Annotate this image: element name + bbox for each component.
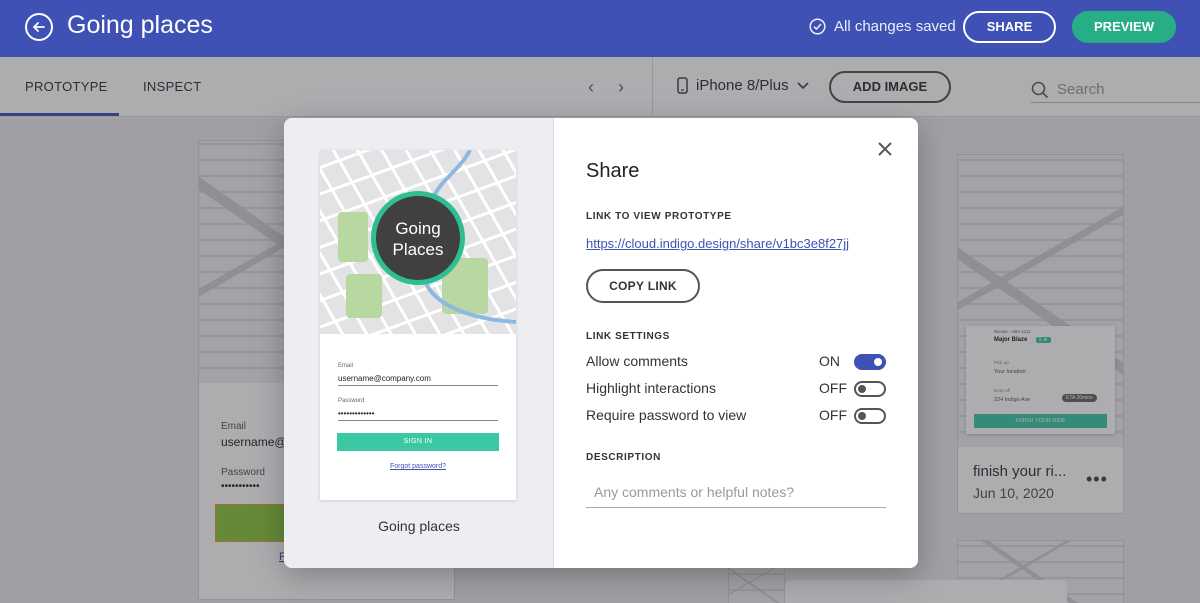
app-logo: Going Places — [371, 191, 465, 285]
back-button[interactable] — [25, 13, 53, 41]
logo-line-2: Places — [392, 240, 444, 259]
toggle-knob — [874, 358, 882, 366]
setting-name: Highlight interactions — [586, 380, 716, 396]
arrow-left-icon — [33, 22, 45, 32]
save-status: All changes saved — [809, 18, 956, 35]
description-input[interactable]: Any comments or helpful notes? — [586, 482, 886, 508]
save-status-text: All changes saved — [834, 18, 956, 35]
top-bar: Going places All changes saved SHARE PRE… — [0, 0, 1200, 57]
setting-highlight-interactions: Highlight interactions OFF — [586, 379, 886, 399]
share-button[interactable]: SHARE — [963, 11, 1056, 43]
setting-state: OFF — [819, 407, 847, 423]
close-icon[interactable] — [876, 140, 894, 158]
setting-allow-comments: Allow comments ON — [586, 352, 886, 372]
project-title: Going places — [67, 11, 213, 39]
logo-line-1: Going — [395, 219, 441, 238]
setting-state: ON — [819, 353, 840, 369]
allow-comments-toggle[interactable] — [854, 354, 886, 370]
preview-password-label: Password — [338, 398, 365, 404]
share-link[interactable]: https://cloud.indigo.design/share/v1bc3e… — [586, 236, 849, 251]
preview-email-value: username@company.com — [338, 374, 498, 386]
preview-password-value: ••••••••••••• — [338, 409, 498, 421]
copy-link-button[interactable]: COPY LINK — [586, 269, 700, 303]
preview-button[interactable]: PREVIEW — [1072, 11, 1176, 43]
setting-require-password: Require password to view OFF — [586, 406, 886, 426]
screen-preview: Going Places Email username@company.com … — [320, 150, 516, 500]
share-preview-panel: Going Places Email username@company.com … — [284, 118, 554, 568]
toggle-knob — [858, 385, 866, 393]
description-label: DESCRIPTION — [586, 452, 661, 463]
dialog-title: Share — [586, 160, 640, 182]
preview-signin-button: SIGN IN — [337, 433, 499, 451]
toggle-knob — [858, 412, 866, 420]
preview-forgot-link: Forgot password? — [389, 463, 447, 470]
check-circle-icon — [809, 18, 826, 35]
screen-caption: Going places — [378, 518, 460, 534]
preview-email-label: Email — [338, 363, 354, 369]
share-dialog: Going Places Email username@company.com … — [284, 118, 918, 568]
highlight-interactions-toggle[interactable] — [854, 381, 886, 397]
settings-section-label: LINK SETTINGS — [586, 331, 670, 342]
setting-name: Require password to view — [586, 407, 747, 423]
link-section-label: LINK TO VIEW PROTOTYPE — [586, 211, 732, 222]
share-settings-panel: Share LINK TO VIEW PROTOTYPE https://clo… — [554, 118, 918, 568]
require-password-toggle[interactable] — [854, 408, 886, 424]
setting-name: Allow comments — [586, 353, 688, 369]
setting-state: OFF — [819, 380, 847, 396]
